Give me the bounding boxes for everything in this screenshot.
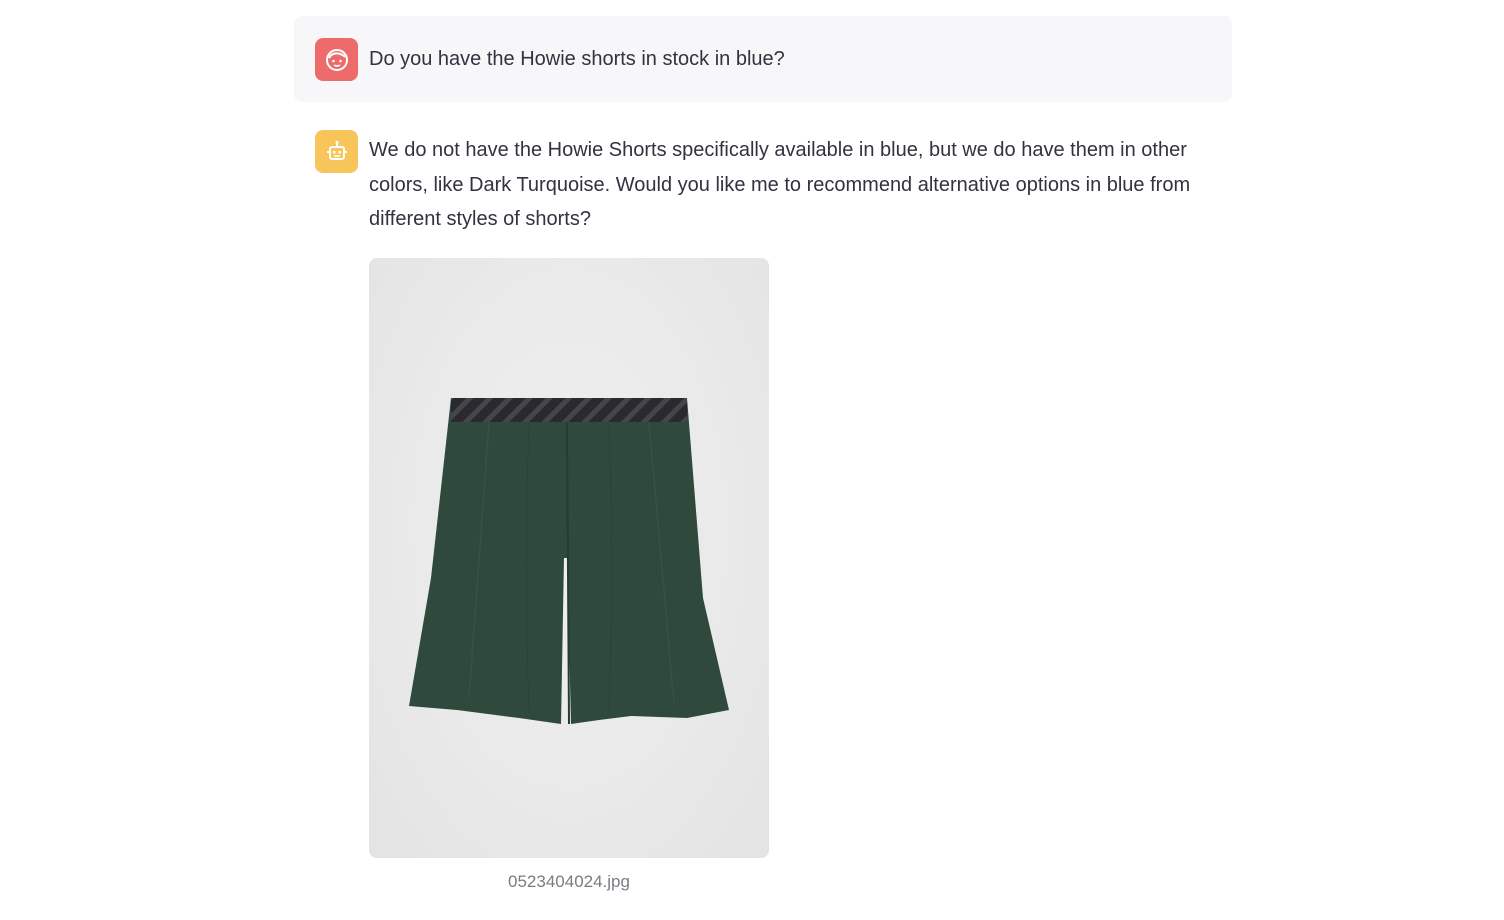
user-face-icon: [325, 48, 348, 71]
assistant-message: We do not have the Howie Shorts specific…: [294, 102, 1232, 914]
assistant-avatar: [315, 130, 358, 173]
robot-icon: [326, 140, 347, 160]
user-avatar: [315, 38, 358, 81]
assistant-message-text: We do not have the Howie Shorts specific…: [369, 139, 1191, 230]
product-image[interactable]: [369, 257, 769, 858]
user-message-text: Do you have the Howie shorts in stock in…: [369, 48, 785, 70]
image-caption: 0523404024.jpg: [508, 871, 630, 891]
chat-column: Do you have the Howie shorts in stock in…: [294, 16, 1232, 914]
shorts-illustration: [409, 397, 729, 724]
user-message: Do you have the Howie shorts in stock in…: [294, 16, 1232, 102]
product-image-figure: 0523404024.jpg: [369, 257, 769, 892]
